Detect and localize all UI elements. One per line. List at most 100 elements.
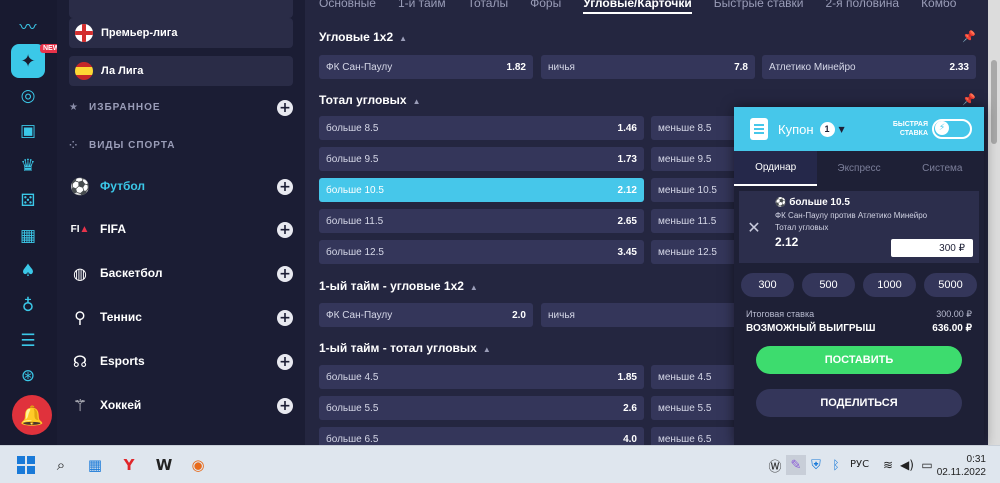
shield-icon[interactable]: ⛨: [806, 455, 826, 475]
odd-value: 3.45: [617, 246, 637, 258]
tab-corners-cards[interactable]: Угловые/Карточки: [583, 0, 692, 14]
tab-express[interactable]: Экспресс: [817, 151, 900, 186]
close-icon[interactable]: ✕: [739, 191, 769, 263]
sport-expand-button[interactable]: +: [277, 354, 293, 370]
firefox-icon[interactable]: ◉: [188, 455, 208, 475]
sport-item-hockey[interactable]: ⚚ Хоккей: [69, 393, 293, 417]
possible-win-row: ВОЗМОЖНЫЙ ВЫИГРЫШ 636.00 ₽: [734, 323, 984, 334]
basketball-icon: ◍: [73, 263, 87, 283]
pin-icon[interactable]: 📌: [962, 30, 976, 43]
caret-up-icon: ▲: [469, 283, 478, 292]
app-w-icon[interactable]: W: [154, 455, 174, 475]
odd-label: больше 4.5: [326, 371, 379, 383]
roulette-icon[interactable]: ⊛: [16, 364, 40, 388]
wifi-icon[interactable]: ≋: [878, 455, 898, 475]
sport-expand-button[interactable]: +: [277, 222, 293, 238]
favorites-add-button[interactable]: +: [277, 100, 293, 116]
coupon-title[interactable]: Купон: [778, 122, 814, 137]
odd-button[interactable]: Атлетико Минейро 2.33: [762, 55, 976, 79]
fast-bet-toggle[interactable]: [932, 119, 972, 139]
sport-expand-button[interactable]: +: [277, 398, 293, 414]
odd-button[interactable]: больше 9.5 1.73: [319, 147, 644, 171]
share-button[interactable]: ПОДЕЛИТЬСЯ: [756, 389, 962, 417]
sport-expand-button[interactable]: +: [277, 266, 293, 282]
yandex-browser-icon[interactable]: Y: [119, 455, 139, 475]
tab-system[interactable]: Система: [901, 151, 984, 186]
quick-stake-button[interactable]: 5000: [924, 273, 977, 297]
search-icon[interactable]: ⌕: [51, 455, 71, 475]
sport-item-tennis[interactable]: ⚲ Теннис: [69, 305, 293, 329]
place-bet-button[interactable]: ПОСТАВИТЬ: [756, 346, 962, 374]
tab-fast-bets[interactable]: Быстрые ставки: [714, 0, 804, 10]
sport-item-fifa[interactable]: FI ▲ FIFA: [69, 217, 293, 241]
calculator-icon[interactable]: ▦: [85, 455, 105, 475]
sport-expand-button[interactable]: +: [277, 310, 293, 326]
bell-icon[interactable]: 🔔: [12, 395, 52, 435]
language-indicator[interactable]: РУС: [850, 459, 869, 470]
trend-icon[interactable]: 〰: [16, 13, 40, 38]
odd-button[interactable]: больше 8.5 1.46: [319, 116, 644, 140]
league-la-liga[interactable]: Ла Лига: [69, 56, 293, 86]
windows-start-icon[interactable]: [16, 455, 36, 475]
odd-button[interactable]: ничья 7.8: [541, 55, 755, 79]
odd-button[interactable]: больше 6.5 4.0: [319, 427, 644, 445]
favorites-header[interactable]: ★ ИЗБРАННОЕ: [69, 102, 293, 113]
total-stake-label: Итоговая ставка: [746, 309, 815, 319]
basketball-icon[interactable]: ◎: [16, 84, 40, 108]
odd-button[interactable]: ФК Сан-Паулу 1.82: [319, 55, 533, 79]
quick-stakes: 300 500 1000 5000: [734, 273, 984, 297]
briefcase-icon[interactable]: ▣: [16, 119, 40, 143]
tray-app-icon[interactable]: Ⓦ: [765, 455, 785, 475]
section-title[interactable]: Угловые 1х2 ▲: [319, 30, 407, 44]
sport-item-esports[interactable]: ☊ Esports: [69, 349, 293, 373]
odd-button[interactable]: больше 5.5 2.6: [319, 396, 644, 420]
crown-icon[interactable]: ♛: [16, 154, 40, 178]
page-scrollbar[interactable]: [988, 0, 1000, 445]
volume-icon[interactable]: ◀): [897, 455, 917, 475]
tab-first-half[interactable]: 1-й тайм: [398, 0, 446, 10]
tab-single[interactable]: Ординар: [734, 151, 818, 186]
dice-icon[interactable]: ⚄: [16, 189, 40, 213]
stake-input[interactable]: 300 ₽: [891, 239, 973, 257]
odd-value: 1.85: [617, 371, 637, 383]
scoreboard-icon[interactable]: ▦: [16, 224, 40, 248]
sport-expand-button[interactable]: +: [277, 179, 293, 195]
quick-stake-button[interactable]: 500: [802, 273, 855, 297]
tab-second-half[interactable]: 2-я половина: [825, 0, 899, 10]
tab-combo[interactable]: Комбо: [921, 0, 956, 10]
soccer-ball-icon: ⚽: [775, 198, 787, 208]
sport-item-football[interactable]: ⚽ Футбол: [69, 174, 293, 198]
chevron-down-icon[interactable]: ▼: [839, 125, 845, 134]
nav-item-top[interactable]: [69, 0, 293, 18]
bluetooth-icon[interactable]: ᛒ: [826, 455, 846, 475]
odd-button[interactable]: больше 11.5 2.65: [319, 209, 644, 233]
sport-item-basketball[interactable]: ◍ Баскетбол: [69, 261, 293, 285]
odd-value: 1.73: [617, 153, 637, 165]
battery-icon[interactable]: ▭: [917, 455, 937, 475]
scrollbar-thumb[interactable]: [991, 60, 997, 144]
section-title[interactable]: Тотал угловых ▲: [319, 93, 421, 107]
section-title[interactable]: 1-ый тайм - угловые 1х2 ▲: [319, 279, 478, 293]
odd-label: меньше 11.5: [658, 215, 717, 227]
bet-match: ФК Сан-Паулу против Атлетико Минейро: [775, 211, 928, 220]
odd-label: больше 12.5: [326, 246, 384, 258]
sports-header-label: ВИДЫ СПОРТА: [89, 140, 176, 151]
tab-totals[interactable]: Тоталы: [468, 0, 508, 10]
odd-button[interactable]: ФК Сан-Паулу 2.0: [319, 303, 533, 327]
league-premier-league[interactable]: Премьер-лига: [69, 18, 293, 48]
odd-button[interactable]: больше 12.5 3.45: [319, 240, 644, 264]
odd-button-selected[interactable]: больше 10.5 2.12: [319, 178, 644, 202]
quick-stake-button[interactable]: 1000: [863, 273, 916, 297]
cards-icon[interactable]: ♠: [16, 259, 40, 283]
clock[interactable]: 0:31 02.11.2022: [937, 453, 986, 479]
tray-feather-icon[interactable]: ✎: [786, 455, 806, 475]
odd-button[interactable]: ничья: [541, 303, 755, 327]
tab-handicaps[interactable]: Форы: [530, 0, 561, 10]
tab-main[interactable]: Основные: [319, 0, 376, 10]
pin-icon[interactable]: 📌: [962, 93, 976, 106]
ladder-icon[interactable]: ☰: [16, 329, 40, 353]
section-title[interactable]: 1-ый тайм - тотал угловых ▲: [319, 341, 491, 355]
apple-icon[interactable]: ♁: [16, 294, 40, 318]
quick-stake-button[interactable]: 300: [741, 273, 794, 297]
odd-button[interactable]: больше 4.5 1.85: [319, 365, 644, 389]
